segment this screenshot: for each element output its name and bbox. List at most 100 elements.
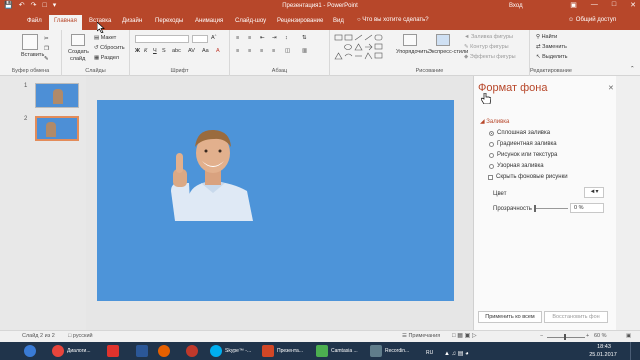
fill-section-header[interactable]: ◢ Заливка [480,118,509,125]
tray-icons[interactable]: ▲ ♫ ▤ ◕ [444,346,469,360]
underline-icon[interactable]: Ч [153,48,157,54]
new-slide-button-line2[interactable]: слайд [70,56,85,62]
apply-to-all-button[interactable]: Применить ко всем [478,311,542,323]
zoom-slider[interactable] [547,337,585,338]
tab-animations[interactable]: Анимация [195,17,223,25]
current-slide[interactable] [97,100,454,301]
view-buttons[interactable]: □ ▦ ▣ ▷ [452,332,477,339]
text-direction-icon[interactable]: ⇅ [302,35,307,41]
find-button[interactable]: ⚲ Найти [536,34,557,40]
quick-styles-button[interactable]: Экспресс-стили [428,49,468,55]
person-thumbs-up-image[interactable] [167,125,259,221]
taskbar-yandex[interactable] [107,344,119,358]
shapes-gallery[interactable] [334,34,392,62]
clock-date[interactable]: 25.01.2017 [581,352,625,358]
shape-outline-button[interactable]: ✎ Контур фигуры [464,44,509,50]
tell-me-search[interactable]: ○ Что вы хотите сделать? [357,17,429,23]
new-slide-button[interactable]: Создать [68,49,89,55]
replace-button[interactable]: ⇄ Заменить [536,44,567,50]
clock-time[interactable]: 18:43 [586,344,622,350]
tab-home[interactable]: Главная [49,15,82,30]
notes-button[interactable]: ☰ Примечания [402,333,440,339]
section-button[interactable]: ▦ Раздел [94,55,119,61]
language-indicator[interactable]: □ русский [68,333,93,339]
solid-fill-option[interactable]: Сплошная заливка [489,130,550,136]
taskbar-item-camtasia[interactable]: Camtasia ... [316,344,358,358]
tab-file[interactable]: Файл [27,17,42,25]
slideshow-view-icon[interactable]: ▷ [472,333,477,339]
arrange-button[interactable]: Упорядочить [396,49,429,55]
taskbar-item-dialogs[interactable]: Диалоги... [67,344,91,358]
grow-font-icon[interactable]: Aˆ [211,35,217,41]
slider-handle[interactable] [534,205,536,212]
zoom-slider-handle[interactable] [564,334,566,340]
justify-icon[interactable]: ≡ [272,48,275,54]
maximize-icon[interactable]: □ [612,1,616,9]
increase-indent-icon[interactable]: ⇥ [272,35,277,41]
ribbon-options-icon[interactable]: ▣ [570,1,577,9]
numbering-icon[interactable]: ≡ [248,35,251,41]
zoom-in-icon[interactable]: + [586,333,589,339]
color-picker-button[interactable]: ◄▾ [584,187,604,198]
tab-design[interactable]: Дизайн [122,17,142,25]
cut-icon[interactable]: ✂ [44,36,49,42]
columns-icon[interactable]: ◫ [285,48,290,54]
bullets-icon[interactable]: ≡ [236,35,239,41]
reading-view-icon[interactable]: ▣ [465,333,472,339]
slide-thumbnail-1[interactable] [35,83,79,108]
share-button[interactable]: ☺ Общий доступ [568,17,616,23]
font-size-select[interactable] [192,35,208,43]
decrease-indent-icon[interactable]: ⇤ [260,35,265,41]
taskbar-firefox[interactable] [158,344,170,358]
align-center-icon[interactable]: ≡ [248,48,251,54]
tab-slideshow[interactable]: Слайд-шоу [235,17,266,25]
taskbar-item-powerpoint[interactable]: Презента... [262,344,303,358]
paste-button[interactable]: Вставить [21,52,44,58]
bold-icon[interactable]: Ж [135,48,140,54]
font-color-icon[interactable]: A [216,48,220,54]
transparency-input[interactable]: 0 % [570,203,604,213]
collapse-ribbon-icon[interactable]: ⌃ [630,66,635,72]
align-left-icon[interactable]: ≡ [236,48,239,54]
shape-fill-button[interactable]: ◄ Заливка фигуры [464,34,513,40]
tab-view[interactable]: Вид [333,17,344,25]
paste-icon[interactable] [22,34,38,50]
tab-transitions[interactable]: Переходы [155,17,183,25]
reset-background-button[interactable]: Восстановить фон [544,311,608,323]
align-right-icon[interactable]: ≡ [260,48,263,54]
language-switcher[interactable]: RU [426,346,433,360]
taskbar-chrome[interactable] [52,344,64,358]
shape-effects-button[interactable]: ◆ Эффекты фигуры [464,54,516,60]
font-name-select[interactable] [135,35,189,43]
pane-scrollbar[interactable] [616,76,640,330]
layout-button[interactable]: ▤ Макет [94,35,116,41]
copy-icon[interactable]: ❐ [44,46,49,52]
fit-slide-icon[interactable]: ▣ [626,333,631,339]
transparency-slider[interactable] [534,208,568,209]
show-desktop-button[interactable] [630,342,640,360]
pattern-fill-option[interactable]: Узорная заливка [489,163,544,169]
tab-review[interactable]: Рецензирование [277,17,323,25]
arrange-icon[interactable] [403,34,417,46]
slide-thumbnail-2[interactable] [35,116,79,141]
format-painter-icon[interactable]: ✎ [44,56,49,62]
login-link[interactable]: Вход [509,3,523,9]
strikethrough-icon[interactable]: abc [172,48,181,54]
hide-background-checkbox[interactable]: Скрыть фоновые рисунки [488,174,568,180]
taskbar-word[interactable] [136,344,148,358]
close-icon[interactable]: ✕ [630,1,636,9]
change-case-icon[interactable]: Aa [202,48,209,54]
new-slide-icon[interactable] [71,34,85,46]
gradient-fill-option[interactable]: Градиентная заливка [489,141,557,147]
start-button[interactable] [24,344,36,358]
minimize-icon[interactable]: — [591,1,598,9]
italic-icon[interactable]: К [144,48,147,54]
reset-button[interactable]: ↺ Сбросить [94,45,125,51]
close-pane-icon[interactable]: ✕ [608,84,614,92]
taskbar-item-recording[interactable]: Recordin... [370,344,409,358]
quick-styles-icon[interactable] [436,34,450,46]
select-button[interactable]: ↖ Выделить [536,54,568,60]
smartart-icon[interactable]: ▥ [302,48,307,54]
spacing-icon[interactable]: AV [188,48,195,54]
picture-fill-option[interactable]: Рисунок или текстура [489,152,557,158]
